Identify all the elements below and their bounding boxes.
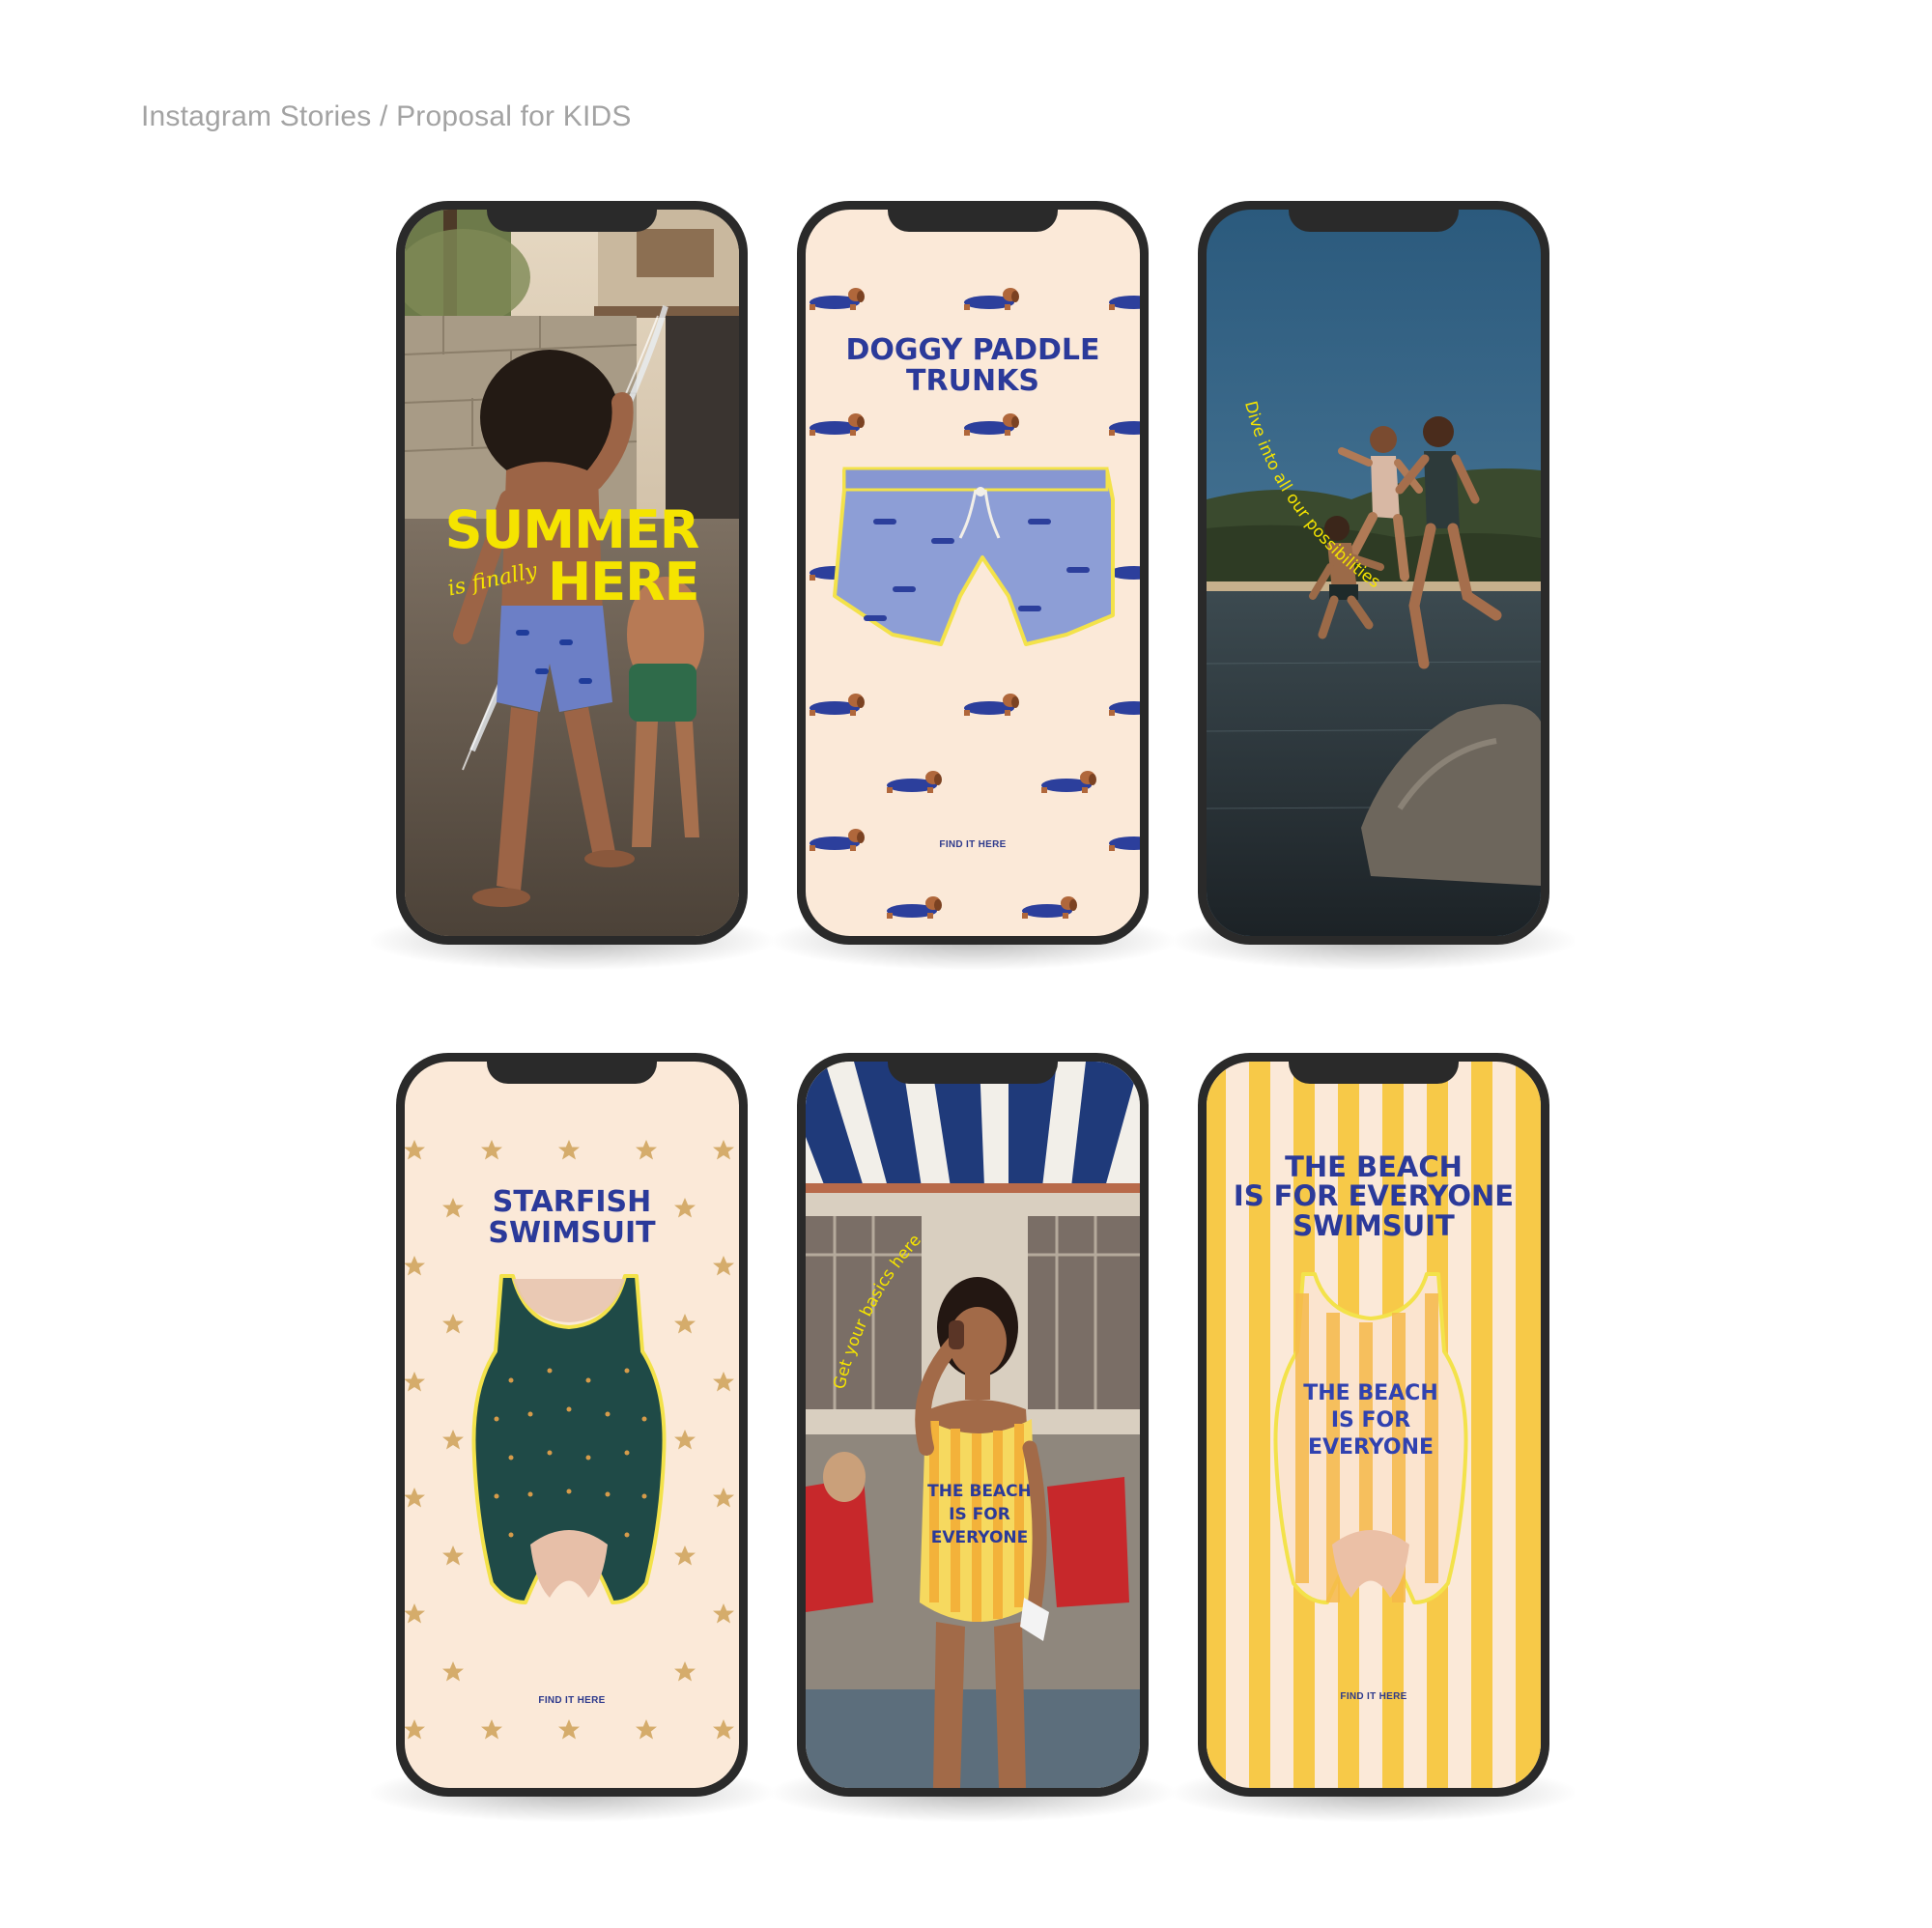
swimsuit-print-line1: THE BEACH (1303, 1381, 1438, 1405)
phone-notch (888, 1053, 1058, 1084)
summer-line1: SUMMER (444, 499, 700, 560)
trunks-product (833, 467, 1115, 646)
story-screen[interactable]: Dive into all our possibilities (1207, 210, 1541, 936)
phone-story-dive: Dive into all our possibilities (1173, 201, 1575, 970)
phone-story-basics: THE BEACH IS FOR EVERYONE Get your basic… (772, 1053, 1174, 1822)
swimsuit-print-line2: IS FOR (949, 1505, 1010, 1524)
product-title: STARFISH SWIMSUIT (488, 1185, 656, 1250)
story-screen[interactable]: STARFISH SWIMSUIT FIND IT HERE (405, 1062, 739, 1788)
swimsuit-print-line2: IS FOR (1331, 1408, 1410, 1432)
phone-frame: STARFISH SWIMSUIT FIND IT HERE (396, 1053, 748, 1797)
phone-story-starfish: STARFISH SWIMSUIT FIND IT HERE (371, 1053, 773, 1822)
phone-story-beach: THE BEACH IS FOR EVERYONE THE BEACH IS F… (1173, 1053, 1575, 1822)
basics-photo: THE BEACH IS FOR EVERYONE Get your basic… (806, 1062, 1140, 1788)
phone-notch (487, 201, 657, 232)
phone-notch (888, 201, 1058, 232)
phone-notch (1289, 1053, 1459, 1084)
summer-headline: SUMMER is finally HERE (405, 504, 739, 614)
star-pattern (405, 1140, 734, 1740)
phone-frame: THE BEACH IS FOR EVERYONE THE BEACH IS F… (1198, 1053, 1549, 1797)
story-screen[interactable]: THE BEACH IS FOR EVERYONE Get your basic… (806, 1062, 1140, 1788)
swimsuit-print-line3: EVERYONE (931, 1528, 1029, 1547)
dive-photo: Dive into all our possibilities (1207, 210, 1541, 936)
phone-notch (1289, 201, 1459, 232)
summer-script: is finally (445, 558, 540, 602)
story-screen[interactable]: THE BEACH IS FOR EVERYONE THE BEACH IS F… (1207, 1062, 1541, 1788)
find-it-here-link[interactable]: FIND IT HERE (1207, 1691, 1541, 1702)
swimsuit-print-line3: EVERYONE (1308, 1435, 1434, 1460)
find-it-here-link[interactable]: FIND IT HERE (405, 1695, 739, 1706)
phone-story-doggy: DOGGY PADDLE TRUNKS FIND IT HERE (772, 201, 1174, 970)
story-screen[interactable]: DOGGY PADDLE TRUNKS FIND IT HERE (806, 210, 1140, 936)
phone-frame: DOGGY PADDLE TRUNKS FIND IT HERE (797, 201, 1149, 945)
starfish-swimsuit-product (471, 1274, 667, 1604)
swimsuit-print-line1: THE BEACH (927, 1482, 1032, 1501)
phone-frame: SUMMER is finally HERE (396, 201, 748, 945)
phone-story-summer: SUMMER is finally HERE (371, 201, 773, 970)
phone-notch (487, 1053, 657, 1084)
dachshund-pattern (810, 288, 1140, 919)
phone-frame: THE BEACH IS FOR EVERYONE Get your basic… (797, 1053, 1149, 1797)
beach-swimsuit-product: THE BEACH IS FOR EVERYONE (1273, 1272, 1468, 1604)
find-it-here-link[interactable]: FIND IT HERE (806, 839, 1140, 850)
phone-frame: Dive into all our possibilities (1198, 201, 1549, 945)
story-screen[interactable]: SUMMER is finally HERE (405, 210, 739, 936)
page-title: Instagram Stories / Proposal for KIDS (141, 100, 632, 132)
product-title: THE BEACH IS FOR EVERYONE SWIMSUIT (1233, 1150, 1515, 1242)
product-title: DOGGY PADDLE TRUNKS (845, 333, 1100, 398)
summer-line2: HERE (548, 552, 700, 612)
